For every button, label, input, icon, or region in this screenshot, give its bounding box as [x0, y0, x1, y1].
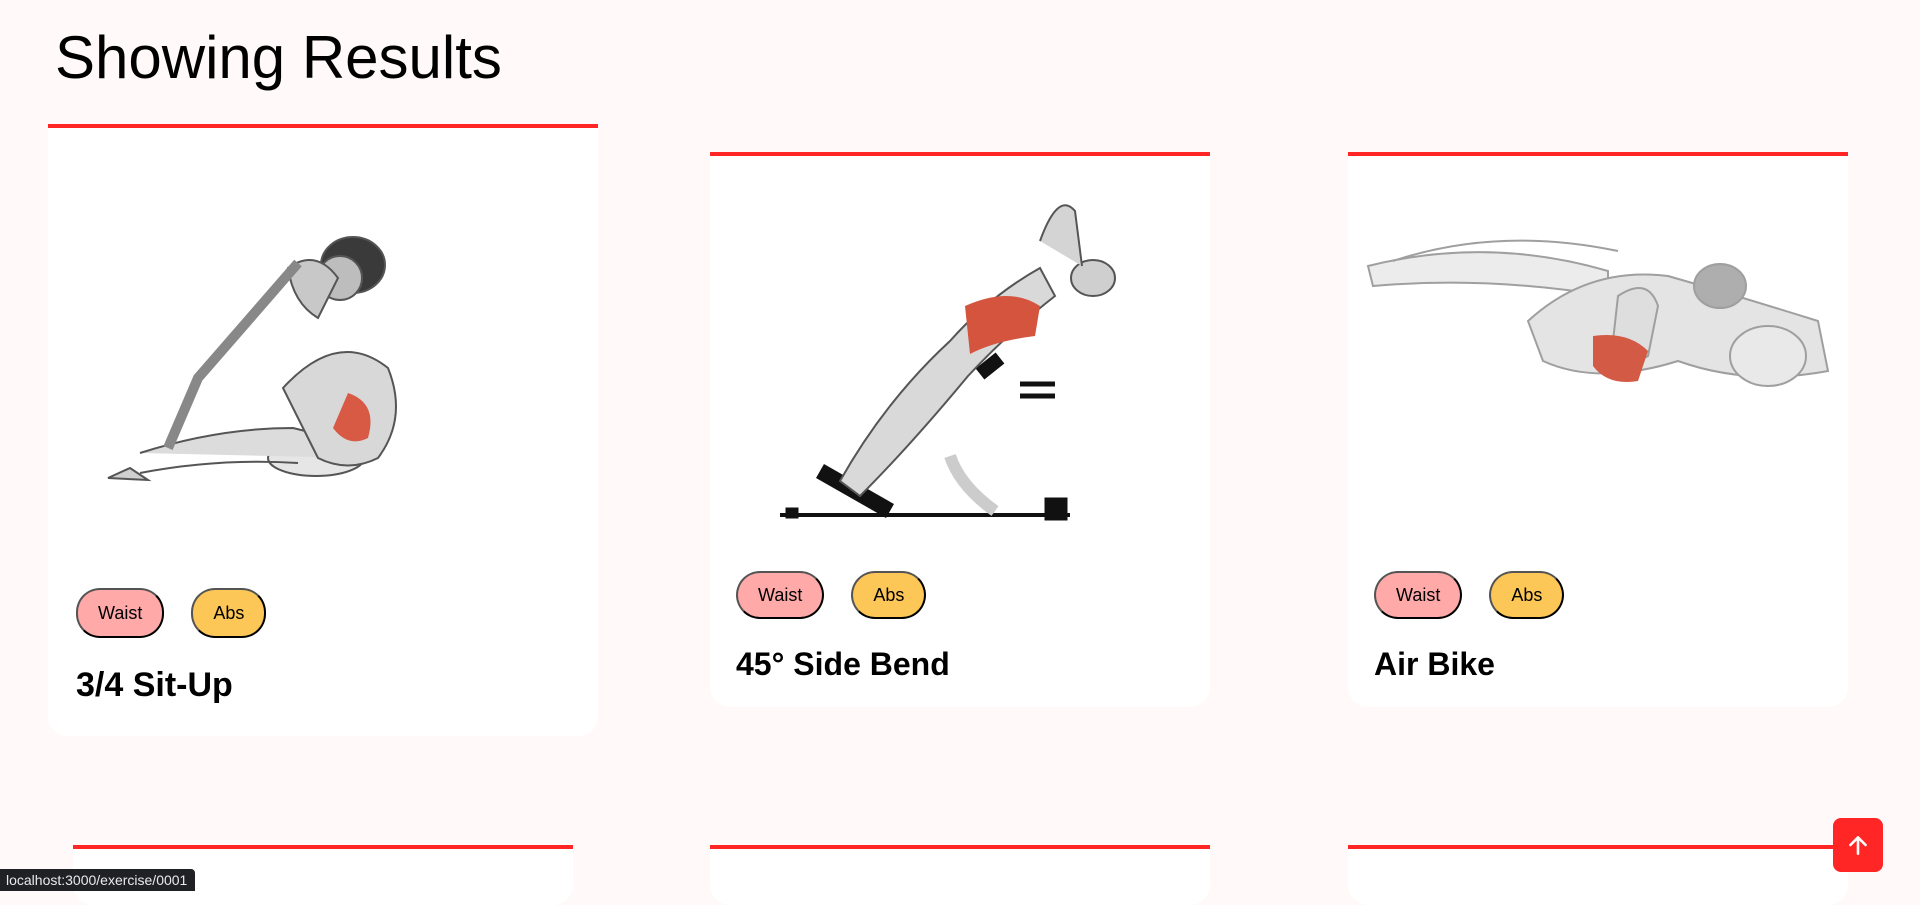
- exercise-card[interactable]: [710, 845, 1210, 905]
- exercise-illustration: [710, 156, 1210, 546]
- body-part-tag[interactable]: Waist: [736, 571, 825, 619]
- exercise-illustration: [1348, 156, 1848, 476]
- exercise-card[interactable]: Waist Abs Air Bike: [1348, 152, 1848, 707]
- body-part-tag[interactable]: Waist: [1374, 571, 1463, 619]
- exercise-card[interactable]: [1348, 845, 1848, 905]
- exercise-card[interactable]: Waist Abs 3/4 Sit-Up: [48, 124, 598, 736]
- target-tag[interactable]: Abs: [1489, 571, 1565, 619]
- exercise-name: 45° Side Bend: [736, 646, 950, 682]
- exercise-card[interactable]: Waist Abs 45° Side Bend: [710, 152, 1210, 707]
- exercise-name: 3/4 Sit-Up: [76, 666, 233, 704]
- exercise-illustration: [48, 128, 598, 528]
- target-tag[interactable]: Abs: [191, 588, 267, 638]
- exercise-name: Air Bike: [1374, 646, 1495, 682]
- body-part-tag[interactable]: Waist: [76, 588, 165, 638]
- arrow-up-icon: [1849, 836, 1867, 855]
- target-tag[interactable]: Abs: [851, 571, 927, 619]
- scroll-to-top-button[interactable]: [1833, 818, 1883, 872]
- status-bar-url: localhost:3000/exercise/0001: [0, 869, 196, 891]
- page-title: Showing Results: [55, 24, 502, 91]
